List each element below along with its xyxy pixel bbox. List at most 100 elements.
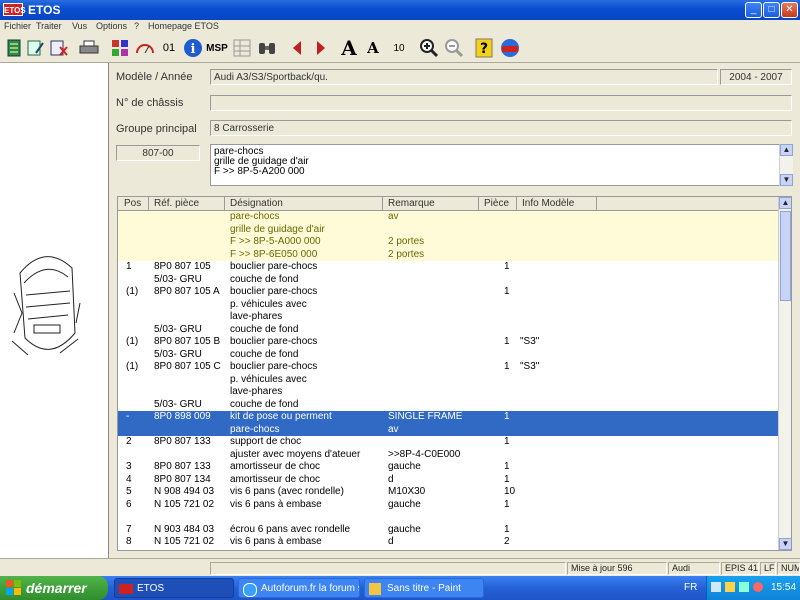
table-row[interactable]: p. véhicules avec — [118, 374, 778, 387]
arrow-left-icon[interactable] — [286, 37, 308, 59]
help-icon[interactable]: ? — [473, 37, 495, 59]
table-row[interactable]: grille de guidage d'air — [118, 223, 778, 236]
diagram-pane[interactable] — [0, 63, 109, 558]
task-etos[interactable]: ETOS — [114, 578, 234, 598]
header-piece[interactable]: Pièce — [484, 198, 509, 209]
info-scrollbar[interactable]: ▲ ▼ — [779, 144, 793, 186]
color-grid-icon[interactable] — [109, 37, 131, 59]
menu-fichier[interactable]: Fichier — [4, 21, 31, 31]
table-row[interactable]: F >> 8P-5-A000 000 2 portes — [118, 236, 778, 249]
group-field[interactable]: 8 Carrosserie — [210, 120, 792, 136]
table-row[interactable]: 5/03- GRU couche de fond — [118, 349, 778, 362]
table-row[interactable]: lave-phares — [118, 311, 778, 324]
task-paint[interactable]: Sans titre - Paint — [364, 578, 484, 598]
task-browser[interactable]: Autoforum.fr la forum s... — [238, 578, 360, 598]
msp-button[interactable]: MSP — [205, 37, 229, 59]
cell-remark: 2 portes — [388, 236, 425, 247]
table-row[interactable]: 1 8P0 807 105 bouclier pare-chocs 1 — [118, 261, 778, 274]
bumper-diagram[interactable] — [0, 63, 108, 558]
year-field[interactable]: 2004 - 2007 — [720, 69, 792, 85]
scroll-up-icon[interactable]: ▲ — [779, 197, 791, 209]
cell-piece: 1 — [504, 523, 510, 535]
chassis-field[interactable] — [210, 95, 792, 111]
cell-designation: vis 6 pans à embase — [230, 536, 322, 547]
minimize-button[interactable]: _ — [745, 2, 762, 18]
etos-web-icon[interactable] — [499, 37, 521, 59]
grid-disabled-icon — [231, 37, 253, 59]
header-ref[interactable]: Réf. pièce — [154, 198, 199, 209]
cell-designation: écrou 6 pans avec rondelle — [230, 523, 351, 535]
scroll-up-icon[interactable]: ▲ — [780, 144, 793, 156]
printer-icon[interactable] — [78, 37, 100, 59]
table-row[interactable]: ajuster avec moyens d'ateuer >>8P-4-C0E00… — [118, 449, 778, 462]
parts-table[interactable]: Pos Réf. pièce Désignation Remarque Pièc… — [117, 196, 792, 551]
table-row[interactable]: 7 N 903 484 03 écrou 6 pans avec rondelle g… — [118, 524, 778, 537]
close-button[interactable]: ✕ — [781, 2, 798, 18]
table-row[interactable]: 5/03- GRU couche de fond — [118, 274, 778, 287]
menu-traiter[interactable]: Traiter — [36, 21, 62, 31]
table-row[interactable]: 5 N 908 494 03 vis 6 pans (avec rondelle) M… — [118, 486, 778, 499]
table-row[interactable]: p. véhicules avec — [118, 299, 778, 312]
font-decrease-icon[interactable]: A — [362, 37, 384, 59]
security-icon[interactable] — [753, 582, 763, 592]
start-button[interactable]: démarrer — [0, 576, 108, 600]
chassis-label: N° de châssis — [116, 97, 184, 109]
scroll-thumb[interactable] — [780, 211, 791, 301]
scroll-down-icon[interactable]: ▼ — [780, 174, 793, 186]
table-row[interactable]: 3 8P0 807 133 amortisseur de choc gauche 1 — [118, 461, 778, 474]
binoculars-icon[interactable] — [256, 37, 278, 59]
header-remark[interactable]: Remarque — [388, 198, 435, 209]
cell-ref: 8P0 807 105 — [154, 261, 211, 272]
menu-help[interactable]: ? — [134, 21, 139, 31]
table-row[interactable]: 6 N 105 721 02 vis 6 pans à embase gauche 1 — [118, 499, 778, 512]
volume-icon[interactable] — [725, 582, 735, 592]
maximize-button[interactable]: □ — [763, 2, 780, 18]
tray-app-icon[interactable] — [739, 582, 749, 592]
header-designation[interactable]: Désignation — [230, 198, 283, 209]
table-row[interactable]: 5/03- GRU couche de fond — [118, 399, 778, 412]
table-row[interactable]: - 8P0 898 009 kit de pose ou perment SINGLE… — [118, 411, 778, 424]
table-row[interactable]: (1) 8P0 807 105 C bouclier pare-chocs 1 "S3" — [118, 361, 778, 374]
font-increase-icon[interactable]: A — [338, 36, 360, 60]
table-row[interactable] — [118, 511, 778, 524]
title-bar: ETOS ETOS _ □ ✕ — [0, 0, 800, 20]
scroll-down-icon[interactable]: ▼ — [779, 538, 791, 550]
cell-pos: (1) — [126, 286, 139, 297]
cell-pos: 8 — [126, 536, 132, 547]
language-indicator[interactable]: FR — [684, 582, 697, 593]
menu-options[interactable]: Options — [96, 21, 127, 31]
cut-list-icon[interactable] — [48, 37, 70, 59]
zoom-in-icon[interactable] — [418, 37, 440, 59]
model-field[interactable]: Audi A3/S3/Sportback/qu. — [210, 69, 718, 85]
table-row[interactable]: F >> 8P-6E050 000 2 portes — [118, 248, 778, 261]
arrow-right-icon[interactable] — [310, 37, 332, 59]
table-row[interactable]: 4 8P0 807 134 amortisseur de choc d 1 — [118, 474, 778, 487]
table-row[interactable]: (1) 8P0 807 105 B bouclier pare-chocs 1 "S3" — [118, 336, 778, 349]
table-row[interactable]: (1) 8P0 807 105 A bouclier pare-chocs 1 — [118, 286, 778, 299]
header-pos[interactable]: Pos — [124, 198, 141, 209]
table-scrollbar[interactable]: ▲ ▼ — [778, 197, 791, 550]
font-size-text[interactable]: 10 — [388, 37, 410, 59]
status-epis: EPIS 412 — [721, 562, 759, 575]
list-edit-icon[interactable] — [25, 37, 47, 59]
menu-vus[interactable]: Vus — [72, 21, 87, 31]
table-row[interactable]: 2 8P0 807 133 support de choc 1 — [118, 436, 778, 449]
gauge-icon[interactable] — [134, 37, 156, 59]
table-row[interactable]: 8 N 105 721 02 vis 6 pans à embase d 2 — [118, 536, 778, 549]
table-row[interactable]: lave-phares — [118, 386, 778, 399]
table-row[interactable]: pare-chocs av — [118, 211, 778, 224]
zoom-out-icon — [443, 37, 465, 59]
header-info[interactable]: Info Modèle — [522, 198, 574, 209]
table-body[interactable]: pare-chocs av grille de guidage d'air F >> … — [118, 211, 778, 549]
info-icon[interactable]: i — [182, 37, 204, 59]
cell-piece: 1 — [504, 411, 510, 422]
table-row[interactable]: 5/03- GRU couche de fond — [118, 324, 778, 337]
cell-ref: 5/03- GRU — [154, 398, 202, 410]
network-icon[interactable] — [711, 582, 721, 592]
menu-homepage[interactable]: Homepage ETOS — [148, 21, 219, 31]
document-icon[interactable] — [3, 37, 25, 59]
part-ref-field[interactable]: 807-00 — [116, 145, 200, 161]
table-row[interactable]: pare-chocs av — [118, 423, 778, 436]
zoom-level-icon[interactable]: 01 — [158, 37, 180, 59]
model-label: Modèle / Année — [116, 71, 193, 83]
